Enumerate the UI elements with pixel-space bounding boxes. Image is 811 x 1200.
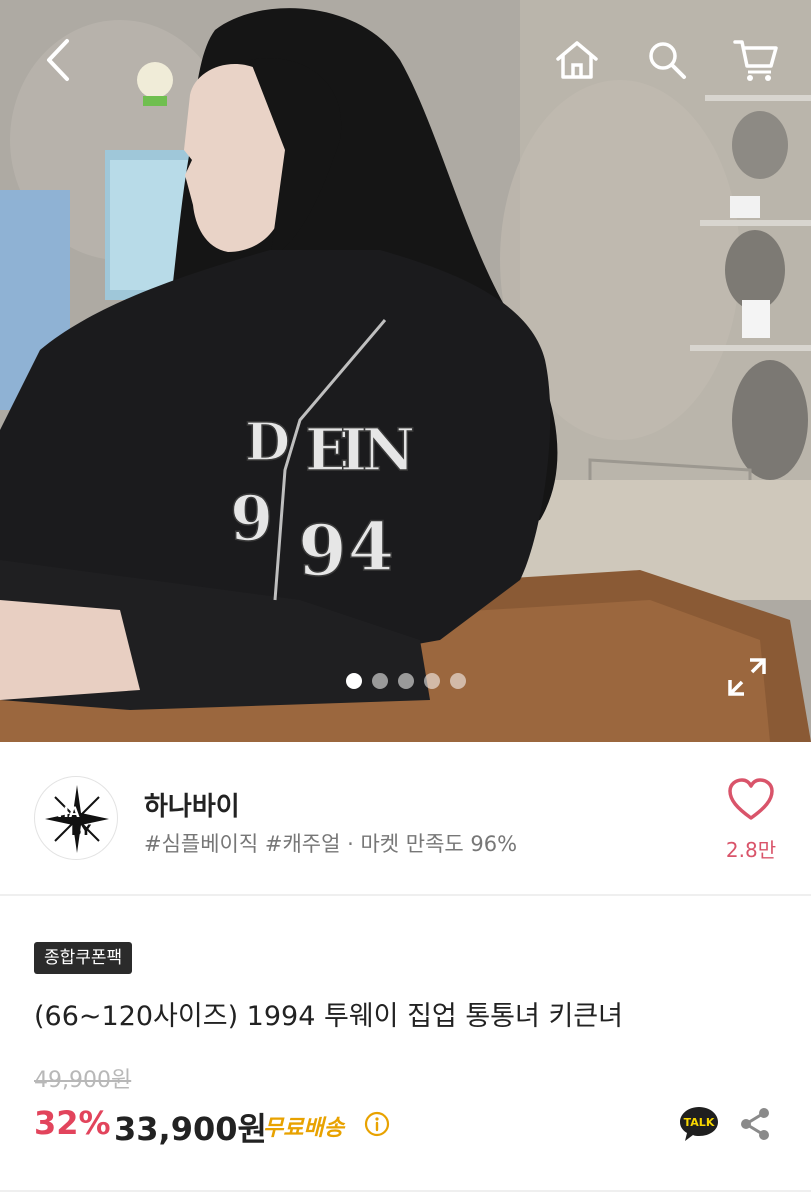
product-image-gallery[interactable]: D E I N 9 9 4 <box>0 0 811 742</box>
cart-icon <box>733 40 778 81</box>
section-divider <box>0 894 811 896</box>
shop-info[interactable]: HA BY 하나바이 #심플베이직 #캐주얼 · 마켓 만족도 96% 2.8만 <box>0 742 811 894</box>
gallery-dot-2[interactable] <box>371 673 388 689</box>
coupon-badge: 종합쿠폰팩 <box>34 942 133 974</box>
svg-text:9: 9 <box>230 482 273 555</box>
heart-icon <box>728 778 774 820</box>
home-icon <box>556 41 598 79</box>
info-icon <box>364 1111 390 1137</box>
share-button[interactable] <box>738 1106 772 1142</box>
search-button[interactable] <box>641 34 693 86</box>
back-button[interactable] <box>32 34 84 86</box>
like-button[interactable]: 2.8만 <box>722 776 780 870</box>
back-icon <box>47 39 69 81</box>
like-count: 2.8만 <box>725 838 777 862</box>
shop-logo[interactable]: HA BY <box>34 776 118 860</box>
kakao-talk-button[interactable]: TALK <box>677 1104 721 1144</box>
free-shipping-label: 무료배송 <box>263 1116 344 1141</box>
svg-text:HA: HA <box>57 805 80 821</box>
sale-price: 33,900원 <box>114 1110 267 1148</box>
home-button[interactable] <box>551 34 603 86</box>
fullscreen-button[interactable] <box>724 654 770 700</box>
svg-text:4: 4 <box>348 508 394 586</box>
shop-tags: #심플베이직 #캐주얼 · 마켓 만족도 96% <box>144 832 518 856</box>
gallery-dot-3[interactable] <box>397 673 414 689</box>
search-icon <box>649 42 686 79</box>
gallery-dot-1[interactable] <box>345 673 362 689</box>
section-divider-bottom <box>0 1190 811 1192</box>
svg-text:N: N <box>362 416 415 484</box>
svg-text:9: 9 <box>298 509 347 592</box>
shop-logo-mark: HA BY <box>45 785 109 853</box>
cart-button[interactable] <box>730 34 782 86</box>
talk-icon: TALK <box>680 1107 718 1141</box>
shop-name[interactable]: 하나바이 <box>144 786 240 823</box>
svg-text:BY: BY <box>71 823 92 839</box>
shipping-info-button[interactable] <box>364 1111 390 1137</box>
product-photo: D E I N 9 9 4 <box>0 0 811 742</box>
product-title: (66~120사이즈) 1994 투웨이 집업 통통녀 키큰녀 <box>34 1001 623 1032</box>
share-icon <box>741 1108 769 1140</box>
gallery-dot-4[interactable] <box>423 673 440 689</box>
gallery-pagination <box>0 673 811 689</box>
expand-icon <box>728 658 766 696</box>
discount-rate: 32% <box>34 1104 111 1142</box>
original-price: 49,900원 <box>34 1068 132 1093</box>
gallery-dot-5[interactable] <box>449 673 466 689</box>
svg-text:D: D <box>245 412 290 473</box>
talk-label: TALK <box>684 1116 715 1129</box>
